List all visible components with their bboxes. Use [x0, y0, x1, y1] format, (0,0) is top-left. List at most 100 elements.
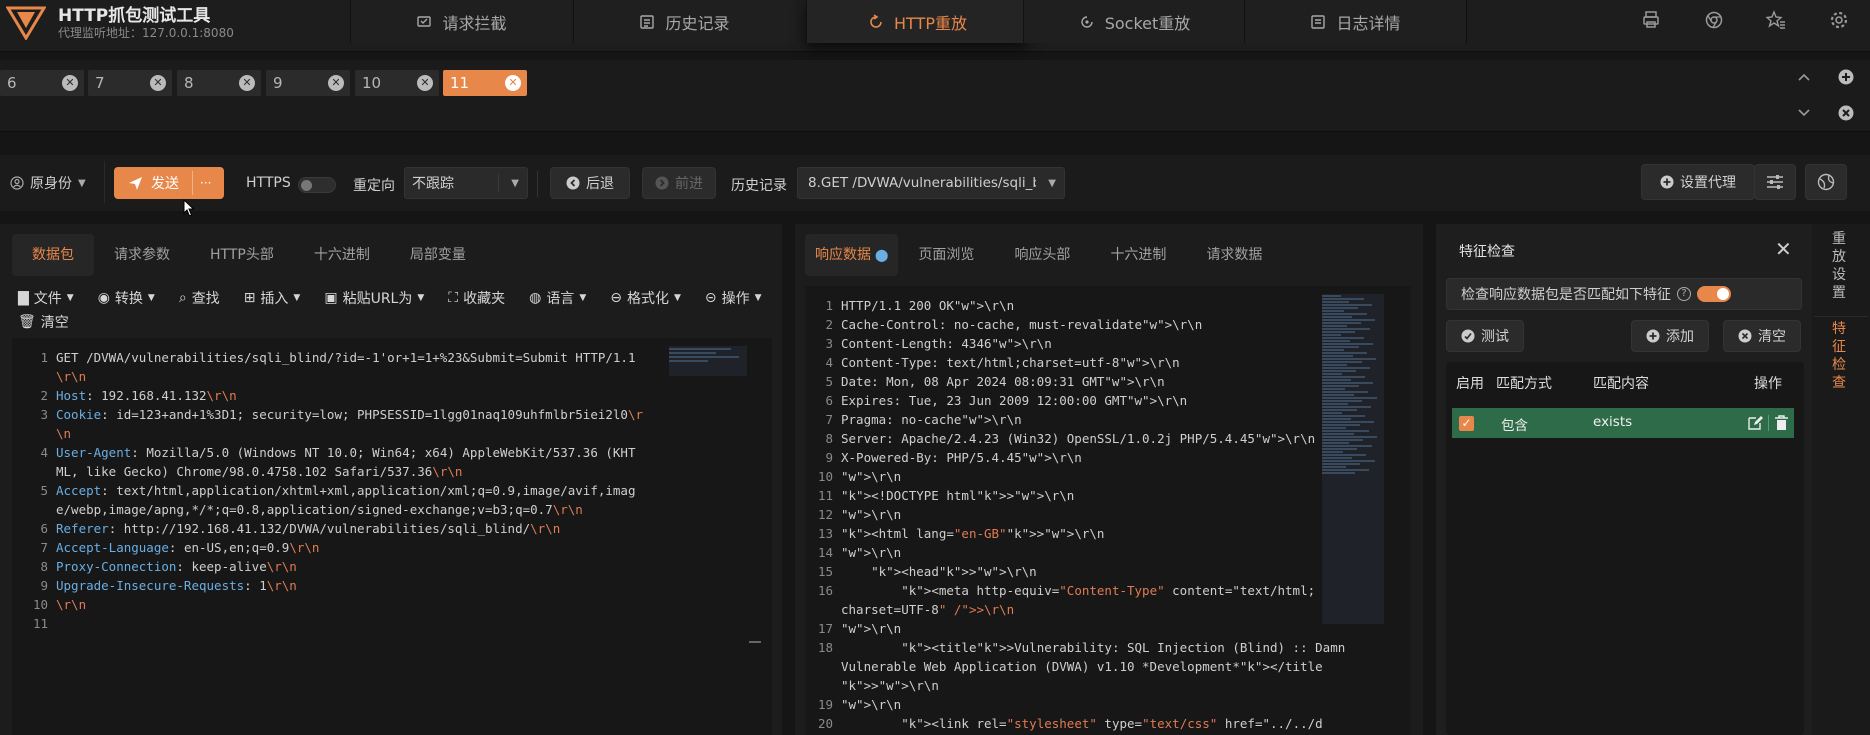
close-all-icon[interactable]: [1838, 105, 1854, 121]
redirect-select[interactable]: 不跟踪 ▼: [404, 167, 528, 199]
forward-button[interactable]: 前进: [642, 167, 716, 199]
clear-button[interactable]: 🗑 清空: [18, 312, 69, 332]
request-tab[interactable]: 6 ✕: [0, 70, 84, 96]
response-minimap[interactable]: [1322, 294, 1384, 624]
send-button[interactable]: 发送 ···: [114, 167, 224, 199]
test-button[interactable]: 测试: [1446, 320, 1524, 352]
clear-features-button[interactable]: 清空: [1723, 320, 1801, 352]
paste-url-menu[interactable]: ▣ 粘贴URL为 ▼: [324, 288, 424, 308]
format-menu[interactable]: ⊖ 格式化 ▼: [610, 288, 681, 308]
globe-button[interactable]: [1805, 164, 1847, 200]
file-menu[interactable]: ▇ 文件 ▼: [18, 288, 74, 308]
line-text: charset=UTF-8" /">>\r\n: [841, 602, 1015, 617]
response-editor[interactable]: 1 HTTP/1.1 200 OK"w">\r\n 2 Cache-Control: …: [805, 286, 1411, 735]
star-list-icon[interactable]: [1766, 10, 1786, 30]
line-text: Host: 192.168.41.132\r\n: [56, 388, 237, 403]
line-number: 8: [825, 431, 833, 446]
line-text: X-Powered-By: PHP/5.4.45"w">\r\n: [841, 450, 1082, 465]
chevron-up-icon[interactable]: [1797, 72, 1811, 82]
gear-icon[interactable]: [1829, 10, 1849, 30]
close-icon[interactable]: ✕: [505, 75, 521, 91]
line-text: Accept-Language: en-US,en;q=0.9\r\n: [56, 540, 320, 555]
close-icon[interactable]: ✕: [328, 75, 344, 91]
feature-check-toggle[interactable]: [1697, 286, 1731, 302]
request-tab-label: 8: [184, 74, 194, 92]
side-tab-feature-check[interactable]: 特征检查: [1832, 320, 1850, 392]
https-toggle[interactable]: [298, 177, 336, 193]
request-tab[interactable]: 9 ✕: [266, 70, 350, 96]
line-number: 20: [817, 716, 833, 731]
help-icon: ?: [1677, 287, 1691, 301]
operation-menu[interactable]: ⊝ 操作 ▼: [705, 288, 762, 308]
line-number: 15: [817, 564, 833, 579]
request-tab-active[interactable]: 11 ✕: [443, 70, 527, 96]
nav-tab-history[interactable]: 历史记录: [573, 0, 795, 43]
minimap-line: [1322, 448, 1358, 450]
tab-http-headers[interactable]: HTTP头部: [190, 234, 294, 276]
line-text: HTTP/1.1 200 OK"w">\r\n: [841, 298, 1015, 313]
side-tab-replay-settings[interactable]: 重放设置: [1832, 230, 1850, 302]
tab-packet[interactable]: 数据包: [12, 234, 94, 276]
find-button[interactable]: ⌕ 查找: [179, 288, 220, 308]
more-options-button[interactable]: ···: [200, 167, 211, 199]
minimap-line: [1322, 388, 1345, 390]
history-select[interactable]: 8.GET /DVWA/vulnerabilities/sqli_b... ▼: [797, 167, 1065, 199]
add-button[interactable]: 添加: [1631, 320, 1709, 352]
nav-tab-http-replay[interactable]: HTTP重放: [806, 0, 1028, 43]
set-proxy-button[interactable]: 设置代理: [1641, 164, 1755, 200]
nav-tab-socket-replay[interactable]: Socket重放: [1023, 0, 1245, 43]
request-tab[interactable]: 10 ✕: [355, 70, 439, 96]
table-row[interactable]: ✓ 包含 exists: [1452, 408, 1794, 438]
line-text: "w">\r\n: [841, 545, 902, 560]
request-minimap[interactable]: [669, 346, 747, 376]
tab-hex[interactable]: 十六进制: [1090, 234, 1186, 276]
close-icon[interactable]: ✕: [417, 75, 433, 91]
request-tab-label: 10: [362, 74, 382, 92]
language-label: 语言: [546, 291, 575, 307]
language-icon: ◍: [529, 290, 542, 306]
nav-tab-intercept[interactable]: 请求拦截: [350, 0, 572, 43]
convert-menu[interactable]: ◉ 转换 ▼: [98, 288, 155, 308]
minimap-line: [1322, 346, 1359, 348]
tab-params[interactable]: 请求参数: [94, 234, 190, 276]
request-tab[interactable]: 7 ✕: [88, 70, 172, 96]
close-icon[interactable]: ✕: [239, 75, 255, 91]
identity-dropdown[interactable]: 原身份 ▼: [10, 173, 86, 193]
tab-response-data[interactable]: 响应数据 ⬤: [805, 234, 899, 276]
edit-icon[interactable]: [1747, 415, 1763, 431]
close-icon[interactable]: ✕: [1775, 237, 1792, 261]
back-button[interactable]: 后退: [550, 167, 630, 199]
trash-icon[interactable]: [1774, 415, 1789, 431]
code-line: 9 X-Powered-By: PHP/5.4.45"w">\r\n: [811, 448, 1345, 467]
insert-menu[interactable]: ⊞ 插入 ▼: [244, 288, 301, 308]
request-tab[interactable]: 8 ✕: [177, 70, 261, 96]
enable-checkbox[interactable]: ✓: [1459, 416, 1474, 431]
file-label: 文件: [33, 291, 62, 307]
line-number: 8: [40, 559, 48, 574]
chrome-icon[interactable]: [1704, 10, 1724, 30]
tab-request-data[interactable]: 请求数据: [1186, 234, 1282, 276]
request-editor[interactable]: 1 GET /DVWA/vulnerabilities/sqli_blind/?i…: [12, 338, 772, 735]
chevron-down-icon[interactable]: [1797, 108, 1811, 118]
printer-icon[interactable]: [1641, 10, 1661, 30]
line-text: "k"><!DOCTYPE html"k">>"w">\r\n: [841, 488, 1075, 503]
favorites-button[interactable]: ⛶ 收藏夹: [448, 288, 505, 308]
divider: [104, 161, 105, 203]
line-number: 11: [817, 488, 833, 503]
code-line: 1 GET /DVWA/vulnerabilities/sqli_blind/?i…: [26, 348, 643, 367]
code-line: 8 Proxy-Connection: keep-alive\r\n: [26, 557, 643, 576]
tab-page-preview[interactable]: 页面浏览: [898, 234, 994, 276]
close-icon[interactable]: ✕: [62, 75, 78, 91]
add-tab-icon[interactable]: [1838, 69, 1854, 85]
tab-response-headers[interactable]: 响应头部: [994, 234, 1090, 276]
code-line: 3 Cookie: id=123+and+1%3D1; security=low;…: [26, 405, 643, 424]
tab-local-vars[interactable]: 局部变量: [390, 234, 486, 276]
line-number: 6: [40, 521, 48, 536]
format-icon: ⊖: [610, 290, 622, 306]
settings-sliders-button[interactable]: [1754, 164, 1796, 200]
close-icon[interactable]: ✕: [150, 75, 166, 91]
tab-hex[interactable]: 十六进制: [294, 234, 390, 276]
language-menu[interactable]: ◍ 语言 ▼: [529, 288, 586, 308]
nav-tab-logs[interactable]: 日志详情: [1244, 0, 1466, 43]
line-number: 4: [40, 445, 48, 460]
